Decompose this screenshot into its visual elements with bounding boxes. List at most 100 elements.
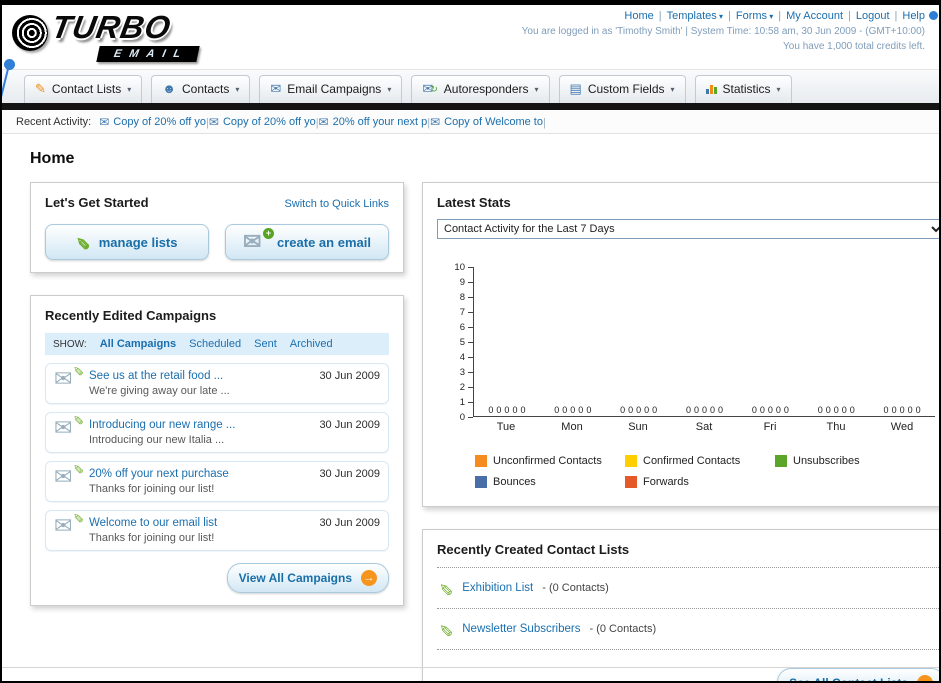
view-all-campaigns-button[interactable]: View All Campaigns →	[226, 563, 389, 593]
contact-list-link[interactable]: Exhibition List	[462, 582, 533, 594]
chart-bar-group: 00000	[803, 405, 869, 415]
campaign-item[interactable]: ✉ ✎ Welcome to our email list Thanks for jo…	[45, 510, 389, 551]
legend-label: Forwards	[643, 476, 689, 488]
filter-all-campaigns[interactable]: All Campaigns	[100, 338, 176, 350]
chart-bar-value-label: 0	[775, 405, 781, 415]
header-link-templates[interactable]: Templates ▾	[667, 10, 723, 22]
header-link-my-account[interactable]: My Account	[786, 10, 843, 22]
legend-swatch	[475, 476, 487, 488]
chart-bar-value-label: 0	[718, 405, 724, 415]
contact-list-count: - (0 Contacts)	[589, 623, 657, 635]
get-started-panel: Let's Get Started Switch to Quick Links …	[30, 182, 404, 273]
header-link-logout[interactable]: Logout	[856, 10, 890, 22]
manage-lists-button[interactable]: ✎ manage lists	[45, 224, 209, 260]
contact-list-items: ✎ Exhibition List - (0 Contacts) ✎ Newslett…	[437, 567, 939, 650]
chart-bar-value-label: 0	[562, 405, 568, 415]
chart-bar-value-label: 0	[586, 405, 592, 415]
chart-bar-value-label: 0	[817, 405, 823, 415]
chart-bar-value-label: 0	[833, 405, 839, 415]
chart-x-tick-label: Thu	[826, 421, 846, 433]
tab-contacts[interactable]: ☻ Contacts ▾	[151, 75, 251, 103]
chart-bar-value-label: 0	[685, 405, 691, 415]
filter-sent[interactable]: Sent	[254, 338, 277, 350]
campaign-subtitle: Introducing our new Italia ...	[89, 434, 225, 446]
filter-archived[interactable]: Archived	[290, 338, 333, 350]
chart-bar-value-label: 0	[652, 405, 658, 415]
tab-label: Contacts	[181, 82, 230, 96]
chevron-down-icon: ▾	[670, 84, 675, 94]
header-link-help[interactable]: Help	[902, 10, 925, 22]
contact-list-link[interactable]: Newsletter Subscribers	[462, 623, 580, 635]
chart-bar-value-label: 0	[915, 405, 921, 415]
chart-y-tick-label: 7	[459, 307, 474, 318]
chevron-down-icon: ▾	[776, 84, 781, 94]
chart-legend: Unconfirmed Contacts Confirmed Contacts Un…	[475, 455, 939, 488]
campaign-title-link[interactable]: See us at the retail food ...	[89, 370, 230, 382]
tab-email-campaigns[interactable]: ✉ Email Campaigns ▾	[259, 75, 403, 103]
chart-y-tick-label: 9	[459, 277, 474, 288]
chart-y-tick-label: 3	[459, 367, 474, 378]
chart-bar-value-label: 0	[693, 405, 699, 415]
see-all-contact-lists-label: See All Contact Lists	[789, 676, 908, 683]
filter-scheduled[interactable]: Scheduled	[189, 338, 241, 350]
recent-activity-item[interactable]: ✉ 20% off your next p	[319, 115, 428, 129]
campaign-date: 30 Jun 2009	[319, 419, 380, 431]
recent-activity-item[interactable]: ✉ Copy of 20% off yo	[99, 115, 206, 129]
contact-list-item[interactable]: ✎ Exhibition List - (0 Contacts)	[437, 568, 939, 609]
chart-bar-value-label: 0	[702, 405, 708, 415]
chart-x-axis-labels: Tue Mon Sun Sat Fri Thu Wed	[473, 421, 935, 433]
campaign-title-link[interactable]: Welcome to our email list	[89, 517, 217, 529]
chart-y-tick-label: 0	[459, 412, 474, 423]
recent-activity-item-label: Copy of Welcome to	[444, 115, 543, 128]
campaign-title-link[interactable]: 20% off your next purchase	[89, 468, 229, 480]
campaign-item[interactable]: ✉ ✎ 20% off your next purchase Thanks for j…	[45, 461, 389, 502]
campaign-date: 30 Jun 2009	[319, 468, 380, 480]
chart-bar-value-label: 0	[628, 405, 634, 415]
header-link-forms[interactable]: Forms ▾	[736, 10, 773, 22]
contacts-icon: ☻	[162, 81, 176, 96]
recent-activity-item[interactable]: ✉ Copy of Welcome to	[430, 115, 543, 129]
recent-activity-item[interactable]: ✉ Copy of 20% off yo	[209, 115, 316, 129]
get-started-title: Let's Get Started	[45, 195, 149, 210]
contact-list-item[interactable]: ✎ Newsletter Subscribers - (0 Contacts)	[437, 609, 939, 650]
stats-range-select[interactable]: Contact Activity for the Last 7 Days	[437, 219, 939, 239]
tab-label: Custom Fields	[587, 82, 665, 96]
tab-statistics[interactable]: Statistics ▾	[694, 75, 792, 103]
legend-swatch	[625, 476, 637, 488]
chart-bar-value-label: 0	[783, 405, 789, 415]
chevron-down-icon: ▾	[127, 84, 132, 94]
recent-contact-lists-panel: Recently Created Contact Lists ✎ Exhibiti…	[422, 529, 939, 683]
campaign-item[interactable]: ✉ ✎ Introducing our new range ... Introduci…	[45, 412, 389, 453]
header-link-home[interactable]: Home	[624, 10, 653, 22]
campaign-item[interactable]: ✉ ✎ See us at the retail food ... We're giv…	[45, 363, 389, 404]
tab-autoresponders[interactable]: ✉ ↻ Autoresponders ▾	[411, 75, 550, 103]
custom-fields-icon: ▤	[569, 81, 582, 96]
recent-campaigns-panel: Recently Edited Campaigns SHOW: All Camp…	[30, 295, 404, 606]
campaign-title-link[interactable]: Introducing our new range ...	[89, 419, 235, 431]
footer-divider	[2, 667, 939, 668]
chart-bar-value-label: 0	[520, 405, 526, 415]
tab-custom-fields[interactable]: ▤ Custom Fields ▾	[558, 75, 686, 103]
campaign-date: 30 Jun 2009	[319, 370, 380, 382]
create-an-email-button[interactable]: ✉ + create an email	[225, 224, 389, 260]
tab-contact-lists[interactable]: ✎ Contact Lists ▾	[24, 75, 143, 103]
chart-bar-value-label: 0	[504, 405, 510, 415]
logo-swirl-icon	[12, 15, 48, 51]
chart-bar-value-label: 0	[899, 405, 905, 415]
header-link-separator: |	[658, 10, 662, 22]
recent-contact-lists-title: Recently Created Contact Lists	[437, 542, 630, 557]
email-campaigns-icon: ✉	[270, 81, 282, 96]
chart-bar-value-label: 0	[554, 405, 560, 415]
chart-bar-group: 00000	[869, 405, 935, 415]
see-all-contact-lists-button[interactable]: See All Contact Lists →	[777, 668, 939, 683]
tab-label: Statistics	[722, 82, 771, 96]
chart-y-tick-label: 10	[454, 262, 473, 273]
legend-swatch	[775, 455, 787, 467]
chart-bar-value-label: 0	[751, 405, 757, 415]
switch-quick-links-link[interactable]: Switch to Quick Links	[284, 198, 389, 210]
chart-bar-value-label: 0	[636, 405, 642, 415]
arrow-circle-icon: →	[361, 570, 377, 586]
chart-bar-value-label: 0	[512, 405, 518, 415]
campaign-filters: All Campaigns Scheduled Sent Archived	[100, 338, 333, 350]
header: TURBO EMAIL Home | Templates ▾ | Forms ▾ | My …	[2, 5, 939, 69]
